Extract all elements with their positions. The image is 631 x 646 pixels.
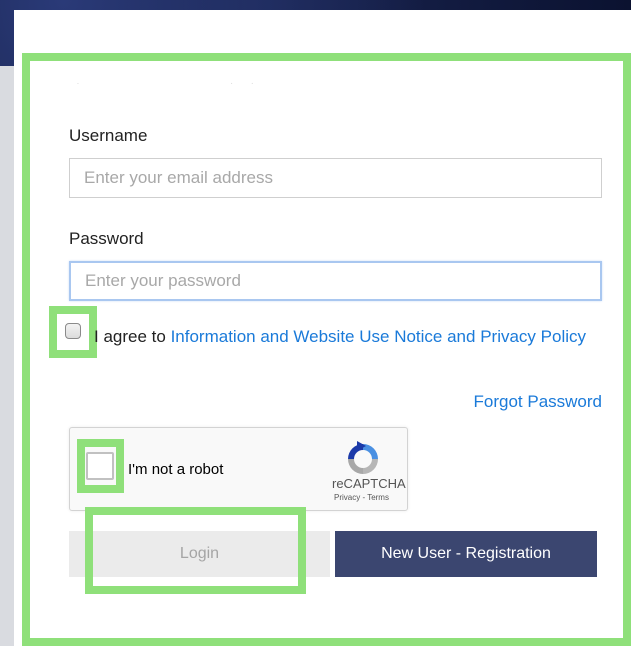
password-input[interactable] [69,261,602,301]
recaptcha-logo-icon [348,441,378,474]
register-button[interactable]: New User - Registration [335,531,597,577]
faint-header-text: ˙ ˙ ˙ [77,82,254,91]
agree-checkbox[interactable] [65,323,81,339]
privacy-policy-link[interactable]: Information and Website Use Notice and P… [171,327,586,346]
username-input[interactable] [69,158,602,198]
forgot-password-link[interactable]: Forgot Password [474,392,603,412]
recaptcha-brand: reCAPTCHA [332,476,406,491]
username-label: Username [69,126,148,145]
recaptcha-widget: I'm not a robot reCAPTCHA Privacy - Term… [69,427,408,511]
background-page-edge [0,66,15,646]
agree-prefix: I agree to [94,327,171,346]
recaptcha-terms-link[interactable]: Privacy - Terms [334,493,389,502]
recaptcha-checkbox[interactable] [86,452,114,480]
recaptcha-label: I'm not a robot [128,461,224,478]
agree-text: I agree to Information and Website Use N… [94,324,594,350]
login-button[interactable]: Login [69,531,330,577]
password-label: Password [69,229,144,248]
